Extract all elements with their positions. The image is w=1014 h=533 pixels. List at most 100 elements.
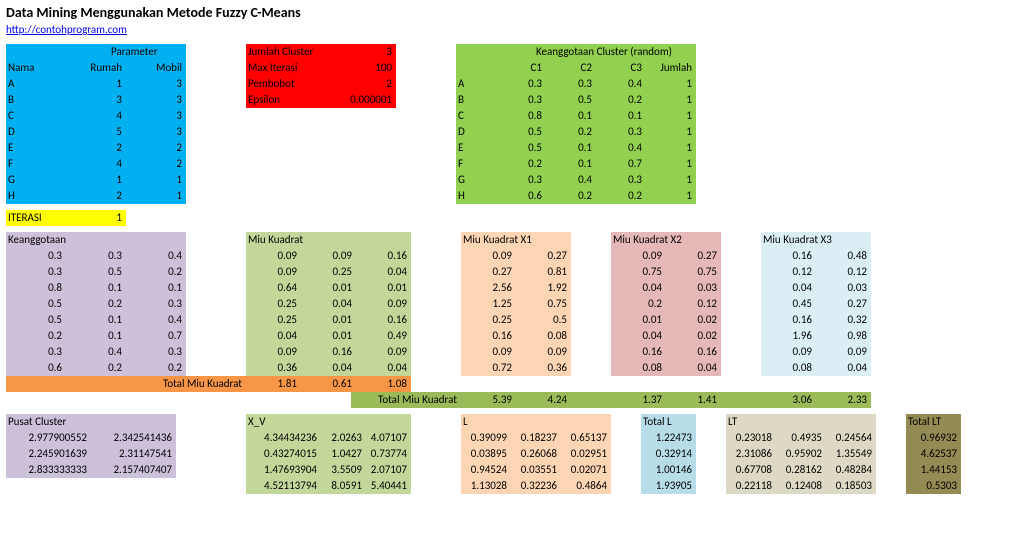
table-cell: 0.1 — [126, 280, 186, 296]
table-cell: 0.8 — [496, 108, 546, 124]
table-cell: 0.6 — [496, 188, 546, 204]
table-cell: 0.27 — [516, 248, 571, 264]
table-cell: 0.3 — [126, 296, 186, 312]
table-cell: 0.2 — [126, 360, 186, 376]
table-cell: 0.000001 — [336, 92, 396, 108]
table-cell: 0.5 — [496, 140, 546, 156]
table-cell: 0.5303 — [906, 478, 961, 494]
table-cell: 0.4935 — [776, 430, 826, 446]
table-cell: 0.03 — [666, 280, 721, 296]
table-cell: 0.75 — [516, 296, 571, 312]
miu-kuadrat-x3-block: Miu Kuadrat X3 0.160.480.120.120.040.030… — [761, 232, 871, 376]
table-cell: 0.18237 — [511, 430, 561, 446]
table-cell: 2.07107 — [366, 462, 411, 478]
table-cell: 0.4864 — [561, 478, 611, 494]
table-cell: Epsilon — [246, 92, 336, 108]
table-cell: 0.75 — [611, 264, 666, 280]
table-cell: 0.2 — [496, 156, 546, 172]
table-cell: 0.75 — [666, 264, 721, 280]
table-cell: 3 — [336, 44, 396, 60]
table-cell: 0.04 — [666, 360, 721, 376]
table-cell: 0.27 — [816, 296, 871, 312]
iterasi-label: ITERASI — [6, 210, 66, 226]
xv-block: X_V 4.344342362.02634.071070.432740151.0… — [246, 414, 411, 494]
total-l-block: Total L 1.224730.329141.001461.93905 — [641, 414, 696, 494]
table-cell: 0.2 — [66, 360, 126, 376]
table-cell: 0.1 — [66, 280, 126, 296]
table-cell: 0.08 — [516, 328, 571, 344]
page-title: Data Mining Menggunakan Metode Fuzzy C-M… — [6, 4, 1008, 21]
table-cell: 0.08 — [761, 360, 816, 376]
col-mobil: Mobil — [126, 60, 186, 76]
table-cell: 2.977900552 — [6, 430, 91, 446]
table-cell: 0.09 — [816, 344, 871, 360]
table-cell: 0.04 — [356, 264, 411, 280]
table-cell: Pembobot — [246, 76, 336, 92]
table-cell: 0.12 — [816, 264, 871, 280]
table-cell: 0.09 — [461, 248, 516, 264]
table-cell: 2.833333333 — [6, 462, 91, 478]
table-cell: 1 — [646, 108, 696, 124]
table-cell: 0.81 — [516, 264, 571, 280]
total-lt-block: Total LT 0.969324.625371.441530.5303 — [906, 414, 961, 494]
miu-kuadrat-x1-block: Miu Kuadrat X1 0.090.270.270.812.561.921… — [461, 232, 571, 376]
table-cell: 0.01 — [301, 312, 356, 328]
table-cell: 0.12 — [666, 296, 721, 312]
table-cell: 5.40441 — [366, 478, 411, 494]
table-cell: 1.35549 — [826, 446, 876, 462]
table-cell: 2 — [66, 188, 126, 204]
table-cell: 0.7 — [126, 328, 186, 344]
table-cell: 0.09 — [301, 248, 356, 264]
table-cell: 0.09 — [516, 344, 571, 360]
table-cell: 2.157407407 — [91, 462, 176, 478]
table-cell: Jumlah Cluster — [246, 44, 336, 60]
table-cell: 0.25 — [461, 312, 516, 328]
total-miu-kuadrat-label: Total Miu Kuadrat — [6, 376, 246, 392]
table-cell: 0.1 — [546, 108, 596, 124]
table-cell: 0.01 — [301, 328, 356, 344]
table-cell: 1.96 — [761, 328, 816, 344]
table-cell: H — [456, 188, 496, 204]
table-cell: 0.6 — [6, 360, 66, 376]
table-cell: 0.94524 — [461, 462, 511, 478]
source-link[interactable]: http://contohprogram.com — [6, 23, 127, 36]
table-cell: 0.5 — [546, 92, 596, 108]
table-cell: 1 — [66, 76, 126, 92]
table-cell: 2 — [126, 156, 186, 172]
table-cell: 0.27 — [666, 248, 721, 264]
table-cell: 0.3 — [496, 172, 546, 188]
table-cell: E — [456, 140, 496, 156]
param-block: Parameter Nama Rumah Mobil A13B33C43D53E… — [6, 44, 186, 204]
keanggotaan-block: Keanggotaan 0.30.30.40.30.50.20.80.10.10… — [6, 232, 186, 376]
table-cell: 0.09 — [356, 296, 411, 312]
table-cell: 0.7 — [596, 156, 646, 172]
table-cell: 0.09 — [246, 344, 301, 360]
table-cell: 2.342541436 — [91, 430, 176, 446]
table-cell: 0.48 — [816, 248, 871, 264]
table-cell: 0.16 — [356, 312, 411, 328]
table-cell: 0.49 — [356, 328, 411, 344]
table-cell: 2.31147541 — [91, 446, 176, 462]
table-cell: 0.5 — [6, 312, 66, 328]
table-cell: D — [456, 124, 496, 140]
table-cell: 1 — [646, 124, 696, 140]
table-cell: 4 — [66, 108, 126, 124]
table-cell: 1.22473 — [641, 430, 696, 446]
table-cell: 0.2 — [6, 328, 66, 344]
table-cell: 0.16 — [761, 248, 816, 264]
table-cell: 0.98 — [816, 328, 871, 344]
table-cell: 0.4 — [596, 140, 646, 156]
table-cell: A — [6, 76, 66, 92]
table-cell: 0.02 — [666, 312, 721, 328]
lt-block: LT 0.230180.49350.245642.310860.959021.3… — [726, 414, 876, 494]
table-cell: 0.45 — [761, 296, 816, 312]
table-cell: 1.13028 — [461, 478, 511, 494]
table-cell: 4.07107 — [366, 430, 411, 446]
table-cell: 0.26068 — [511, 446, 561, 462]
table-cell: 3 — [126, 108, 186, 124]
table-cell: 0.09 — [611, 248, 666, 264]
table-cell: 0.16 — [761, 312, 816, 328]
table-cell: 0.01 — [611, 312, 666, 328]
iterasi-row: ITERASI 1 — [6, 210, 1008, 226]
table-cell: B — [456, 92, 496, 108]
